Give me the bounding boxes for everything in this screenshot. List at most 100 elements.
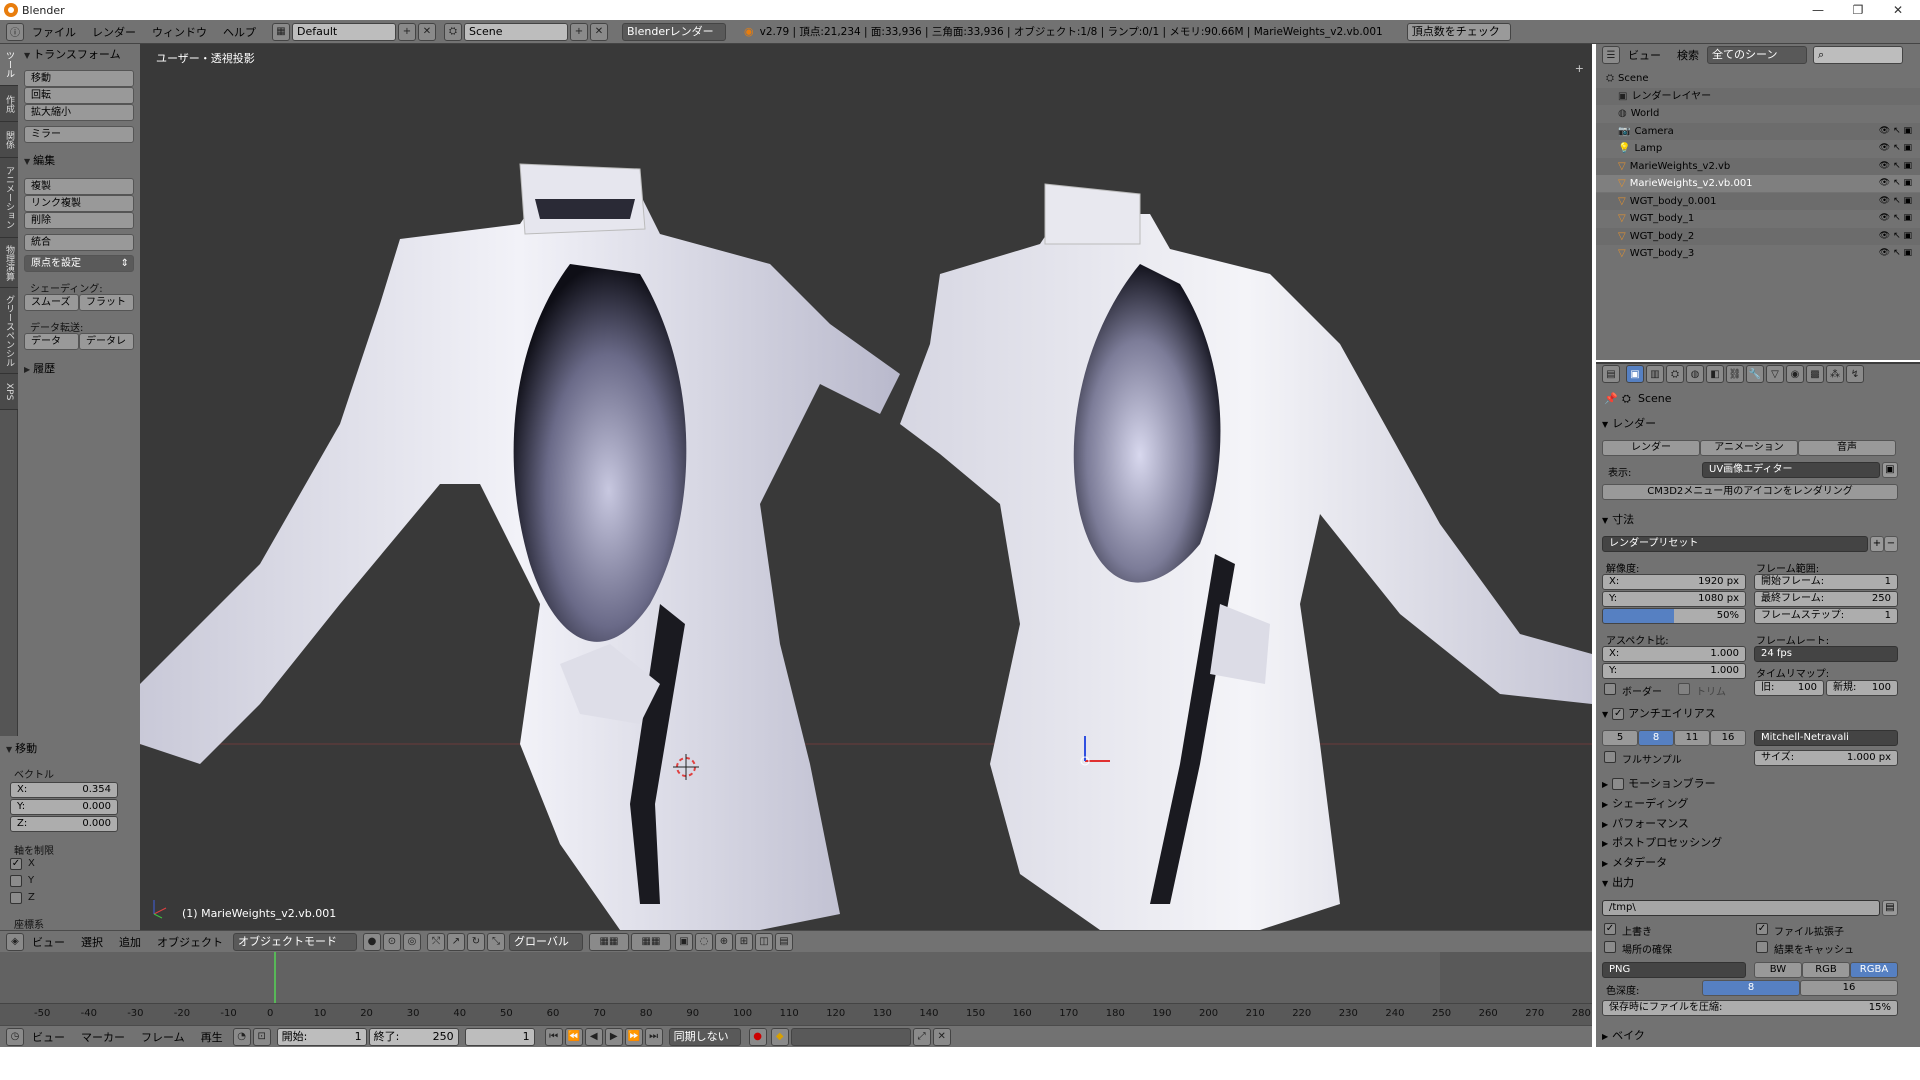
frame-start-field[interactable]: 開始フレーム: 1	[1754, 574, 1898, 590]
duplicate-linked-button[interactable]: リンク複製	[24, 195, 134, 212]
minimize-button[interactable]: —	[1798, 0, 1838, 20]
antialias-checkbox[interactable]: ✓	[1612, 708, 1625, 720]
start-frame-field[interactable]: 開始: 1	[276, 1027, 367, 1046]
render-animation-button[interactable]: アニメーション	[1700, 440, 1798, 456]
output-path-input[interactable]: /tmp\	[1602, 900, 1880, 916]
shading-section-header[interactable]: シェーディング	[1602, 796, 1906, 812]
post-processing-section-header[interactable]: ポストプロセッシング	[1602, 835, 1906, 851]
shade-flat-button[interactable]: フラット	[79, 294, 134, 311]
tab-grease-pencil[interactable]: グリースペンシル	[0, 288, 18, 374]
outliner-row[interactable]: ▽ MarieWeights_v2.vb.001 👁 ↖ ▣	[1596, 175, 1920, 192]
duplicate-button[interactable]: 複製	[24, 178, 134, 195]
render-preview-icon[interactable]: ◌	[695, 932, 713, 951]
data-tab-icon[interactable]: ▽	[1766, 365, 1784, 383]
data-transfer-button[interactable]: データ	[24, 333, 79, 350]
constraint-y-checkbox[interactable]	[10, 875, 22, 887]
outliner-search-menu[interactable]: 検索	[1669, 47, 1707, 63]
res-x-field[interactable]: X: 1920 px	[1602, 574, 1746, 590]
insert-keyframe-icon[interactable]: ⤢	[912, 1027, 931, 1046]
aa-samples-11[interactable]: 11	[1674, 730, 1710, 746]
output-path-browse-icon[interactable]: ▤	[1882, 900, 1898, 916]
render-preset-select[interactable]: レンダープリセット	[1602, 536, 1868, 552]
crop-checkbox[interactable]	[1678, 683, 1690, 695]
transform-orientation-select[interactable]: グローバル	[509, 932, 583, 951]
menu-help[interactable]: ヘルプ	[215, 24, 264, 40]
cache-result-checkbox[interactable]	[1756, 941, 1768, 953]
snap-element-icon[interactable]: ⊞	[735, 932, 753, 951]
visibility-toggles-icon[interactable]: 👁 ↖ ▣	[1879, 140, 1912, 157]
translate-button[interactable]: 移動	[24, 70, 134, 87]
scene-tab-icon[interactable]: ⛭	[1666, 365, 1684, 383]
render-section-header[interactable]: レンダー	[1602, 416, 1906, 432]
display-select[interactable]: UV画像エディター	[1702, 462, 1880, 478]
motion-blur-checkbox[interactable]	[1612, 778, 1625, 790]
menu-tl-view[interactable]: ビュー	[24, 1029, 73, 1045]
vector-x-field[interactable]: X: 0.354	[10, 782, 118, 798]
outliner-row[interactable]: ▣ レンダーレイヤー	[1596, 87, 1920, 105]
keying-set-icon[interactable]: ◆	[770, 1027, 789, 1046]
layout-field[interactable]: Default	[292, 22, 396, 41]
object-tab-icon[interactable]: ◧	[1706, 365, 1724, 383]
cm3d2-icon-render-button[interactable]: CM3D2メニュー用のアイコンをレンダリング	[1602, 484, 1898, 500]
frame-rate-select[interactable]: 24 fps	[1754, 646, 1898, 662]
lock-range-icon[interactable]: ⊡	[252, 1027, 271, 1046]
res-y-field[interactable]: Y: 1080 px	[1602, 591, 1746, 607]
outliner-row[interactable]: ▽ WGT_body_3 👁 ↖ ▣	[1596, 245, 1920, 262]
opengl-anim-icon[interactable]: ▤	[775, 932, 793, 951]
set-origin-dropdown[interactable]: 原点を設定 ⇕	[24, 255, 134, 272]
menu-window[interactable]: ウィンドウ	[144, 24, 215, 40]
scale-button[interactable]: 拡大縮小	[24, 104, 134, 121]
mirror-button[interactable]: ミラー	[24, 126, 134, 143]
menu-file[interactable]: ファイル	[24, 24, 84, 40]
layers-grid-a-icon[interactable]: ▦▦	[589, 932, 629, 951]
add-scene-icon[interactable]: +	[570, 22, 588, 41]
material-tab-icon[interactable]: ◉	[1786, 365, 1804, 383]
aa-size-field[interactable]: サイズ: 1.000 px	[1754, 750, 1898, 766]
visibility-toggles-icon[interactable]: 👁 ↖ ▣	[1879, 123, 1912, 140]
full-sample-checkbox[interactable]	[1604, 751, 1616, 763]
opengl-render-icon[interactable]: ◫	[755, 932, 773, 951]
play-icon[interactable]: ▶	[604, 1027, 623, 1046]
outliner-row[interactable]: ▽ MarieWeights_v2.vb 👁 ↖ ▣	[1596, 157, 1920, 175]
outliner-view-menu[interactable]: ビュー	[1620, 47, 1669, 63]
visibility-toggles-icon[interactable]: 👁 ↖ ▣	[1879, 158, 1912, 175]
display-toggle-icon[interactable]: ▣	[1882, 462, 1898, 478]
jump-keyframe-back-icon[interactable]: ⏪	[564, 1027, 583, 1046]
color-depth-8-button[interactable]: 8	[1702, 980, 1800, 996]
delete-button[interactable]: 削除	[24, 212, 134, 229]
dimensions-section-header[interactable]: 寸法	[1602, 512, 1906, 528]
scene-icon[interactable]: ⛭	[444, 22, 462, 41]
pivot-point-icon[interactable]: ⊙	[383, 932, 401, 951]
remap-new-field[interactable]: 新規: 100	[1826, 680, 1898, 696]
editor-type-timeline-icon[interactable]: ◷	[6, 1027, 24, 1046]
antialias-section-header[interactable]: ✓アンチエイリアス	[1602, 706, 1906, 722]
render-engine-select[interactable]: Blenderレンダー	[622, 22, 726, 41]
outliner-row[interactable]: 💡 Lamp 👁 ↖ ▣	[1596, 140, 1920, 157]
motion-blur-section-header[interactable]: モーションブラー	[1602, 776, 1906, 792]
outliner-row[interactable]: 📷 Camera 👁 ↖ ▣	[1596, 122, 1920, 140]
color-rgba-button[interactable]: RGBA	[1850, 962, 1898, 978]
keying-set-field[interactable]	[790, 1027, 911, 1046]
frame-step-field[interactable]: フレームステップ: 1	[1754, 608, 1898, 624]
remove-layout-icon[interactable]: ✕	[418, 22, 436, 41]
menu-frame[interactable]: フレーム	[133, 1029, 193, 1045]
jump-end-icon[interactable]: ⏭	[644, 1027, 663, 1046]
menu-add[interactable]: 追加	[111, 934, 149, 950]
outliner-row[interactable]: ⛭ Scene	[1596, 70, 1920, 87]
modifiers-tab-icon[interactable]: 🔧	[1746, 365, 1764, 383]
visibility-toggles-icon[interactable]: 👁 ↖ ▣	[1879, 228, 1912, 245]
tab-create[interactable]: 作成	[0, 86, 18, 122]
editor-type-outliner-icon[interactable]: ☰	[1602, 46, 1620, 64]
compression-slider[interactable]: 保存時にファイルを圧縮: 15%	[1602, 1000, 1898, 1016]
tab-animation[interactable]: アニメーション	[0, 158, 18, 238]
menu-playback[interactable]: 再生	[193, 1029, 231, 1045]
record-icon[interactable]: ●	[748, 1027, 767, 1046]
constraint-z-checkbox[interactable]	[10, 892, 22, 904]
manipulator-icon[interactable]: ⤲	[427, 932, 445, 951]
constraint-x-checkbox[interactable]: ✓	[10, 858, 22, 870]
transform-panel-header[interactable]: トランスフォーム	[18, 46, 140, 64]
translate-manipulator-icon[interactable]: ↗	[447, 932, 465, 951]
res-percent-slider[interactable]: 50%	[1602, 608, 1746, 624]
play-reverse-icon[interactable]: ◀	[584, 1027, 603, 1046]
color-rgb-button[interactable]: RGB	[1802, 962, 1850, 978]
